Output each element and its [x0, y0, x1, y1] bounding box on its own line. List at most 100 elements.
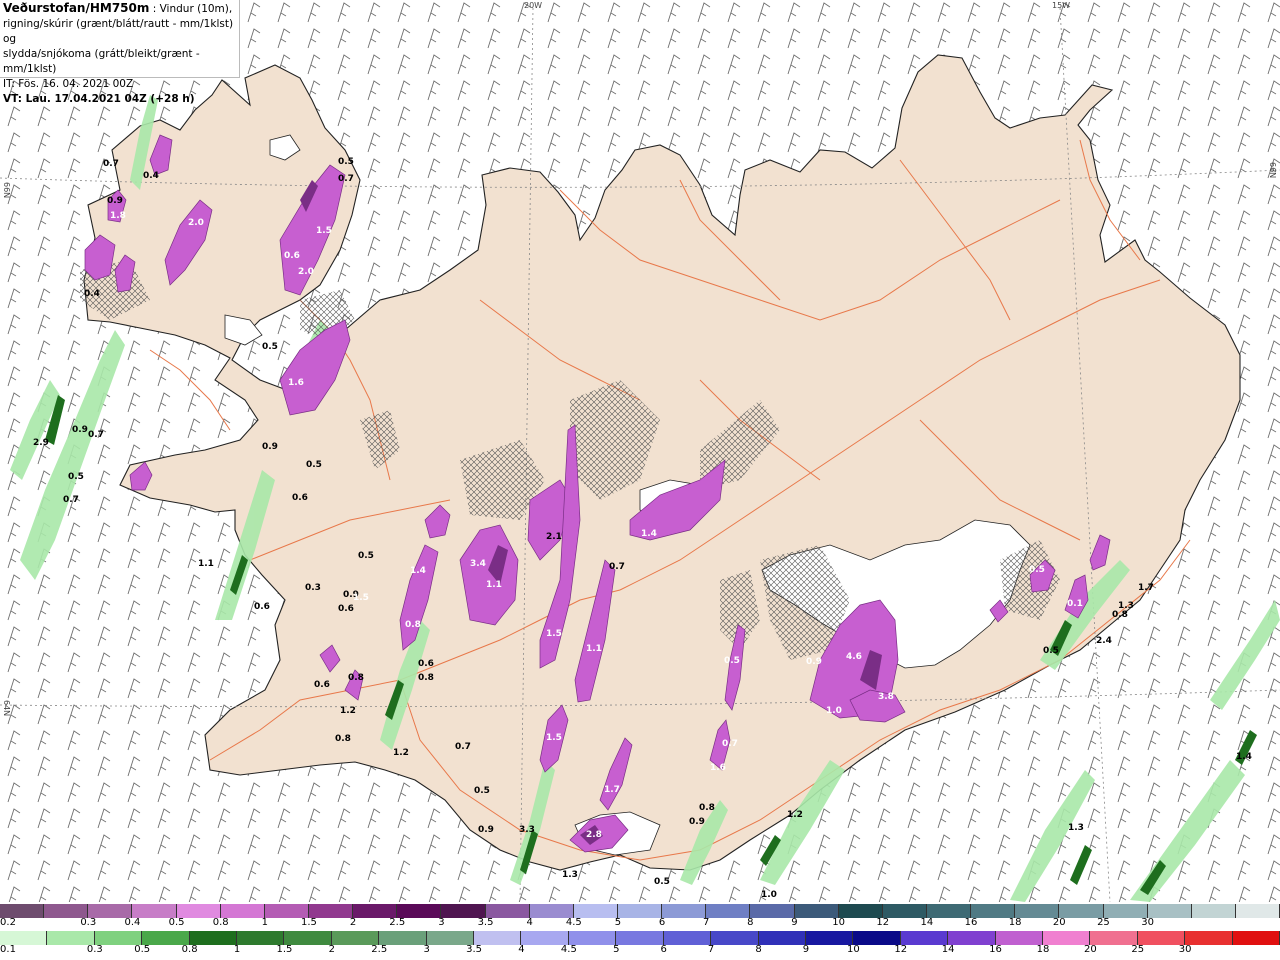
legend-swatch	[94, 931, 143, 945]
legend-label: 30	[1178, 944, 1192, 955]
legend-swatch	[220, 904, 265, 918]
value-label: 2.0	[188, 218, 204, 228]
legend-label: 0.8	[212, 917, 229, 928]
value-label: 0.7	[722, 739, 738, 749]
title-line-2: rigning/skúrir (grænt/blátt/rautt - mm/1…	[3, 18, 234, 45]
value-label: 0.5	[654, 877, 670, 887]
value-label: 1.4	[410, 566, 426, 576]
value-label: 1.6	[710, 763, 726, 773]
legend-swatch	[926, 904, 972, 918]
value-label: 1.4	[1236, 752, 1252, 762]
value-label: 0.6	[338, 604, 354, 614]
legend-label: 7	[703, 917, 710, 928]
value-label: 0.7	[609, 562, 625, 572]
legend-label: 10	[832, 917, 845, 928]
legend-swatch	[1235, 904, 1280, 918]
legend-swatch	[331, 931, 380, 945]
forecast-map: 20W 15W 66N 66N 64N 0.7 0.4 0.9 1.8 2.0 …	[0, 0, 1280, 902]
legend-label: 9	[802, 944, 810, 955]
value-label: 1.5	[546, 733, 562, 743]
legend-swatch	[805, 931, 854, 945]
legend-swatch	[900, 931, 949, 945]
value-label: 2.8	[586, 830, 602, 840]
legend-label: 1	[233, 944, 241, 955]
legend-swatch	[706, 904, 751, 918]
value-label: 0.9	[107, 196, 123, 206]
legend-label: 8	[747, 917, 754, 928]
legend-label: 18	[1036, 944, 1050, 955]
legend-swatch	[176, 904, 221, 918]
value-label: 0.8	[1112, 610, 1128, 620]
value-label: 1.7	[1138, 583, 1154, 593]
legend-swatch	[1232, 931, 1280, 945]
legend-swatch	[1137, 931, 1186, 945]
legend-label: 7	[707, 944, 715, 955]
value-label: 0.8	[405, 620, 421, 630]
legend-swatch	[1090, 931, 1138, 945]
value-label: 1.2	[340, 706, 356, 716]
legend-label: 16	[964, 917, 978, 928]
value-label: 0.9	[689, 817, 705, 827]
legend-label: 0.4	[124, 917, 141, 928]
legend-swatch	[1015, 904, 1060, 918]
value-label: 0.6	[418, 659, 434, 669]
legend-label: 4.5	[565, 917, 582, 928]
value-label: 0.5	[1029, 565, 1045, 575]
snow-legend-labels: 0.2 0.3 0.4 0.5 0.8 1 1.5 2 2.5 3 3.5 4 4.5 5 6 7 8 9 10 12…	[0, 917, 1280, 930]
legend-swatch	[616, 931, 664, 945]
value-label: 0.3	[305, 583, 321, 593]
title-wind: : Vindur (10m),	[149, 3, 233, 15]
legend-label: 20	[1052, 917, 1066, 928]
legend-swatch	[353, 904, 398, 918]
legend-label: 1	[261, 917, 268, 928]
value-label: 1.2	[393, 748, 409, 758]
legend-label: 0.3	[80, 917, 97, 928]
value-label: 0.8	[335, 734, 351, 744]
legend-label: 4.5	[560, 944, 577, 955]
rain-legend-labels: 0.1 0.3 0.5 0.8 1 1.5 2 2.5 3 3.5 4 4.5 5 6 7 8 9 10 12 14 1…	[0, 944, 1280, 957]
legend-label: 10	[846, 944, 860, 955]
legend-swatch	[750, 904, 795, 918]
value-label: 1.3	[1068, 823, 1084, 833]
value-label: 0.1	[1067, 599, 1083, 609]
legend-swatch	[142, 931, 190, 945]
value-label: 4.6	[846, 652, 862, 662]
legend-swatch	[441, 904, 486, 918]
value-label: 2.9	[33, 438, 49, 448]
legend-swatch	[237, 931, 285, 945]
value-label: 1.8	[110, 211, 126, 221]
legend-swatch	[47, 931, 95, 945]
legend-swatch	[711, 931, 759, 945]
legend-label: 12	[894, 944, 908, 955]
legend-label: 4	[526, 917, 533, 928]
legend-swatch	[132, 904, 177, 918]
legend-swatch	[189, 931, 238, 945]
title-line-1: Veðurstofan/HM750m : Vindur (10m),	[3, 1, 236, 17]
value-label: 0.7	[455, 742, 471, 752]
value-label: 1.7	[604, 785, 620, 795]
legend-swatch	[573, 904, 618, 918]
legend-swatch	[995, 931, 1043, 945]
legend-label: 2	[328, 944, 336, 955]
value-label: 1.6	[288, 378, 304, 388]
legend-swatch	[1191, 904, 1236, 918]
title-source: Veðurstofan/HM750m	[3, 1, 150, 15]
lat-label-66n-left: 66N	[2, 182, 11, 198]
legend-swatch	[308, 904, 354, 918]
legend-swatch	[948, 931, 996, 945]
snow-legend: 0.2 0.3 0.4 0.5 0.8 1 1.5 2 2.5 3 3.5 4 4.5 5 6 7 8 9 10 12…	[0, 904, 1280, 930]
legend-label: 6	[658, 917, 666, 928]
legend-label: 16	[989, 944, 1002, 955]
value-label: 2.4	[1096, 636, 1112, 646]
lat-label-66n-right: 66N	[1268, 162, 1277, 178]
value-label: 1.3	[1118, 601, 1134, 611]
legend-label: 0.1	[0, 944, 16, 955]
legend-swatch	[529, 904, 574, 918]
legend-label: 2.5	[371, 944, 388, 955]
legend-swatch	[663, 931, 712, 945]
value-label: 0.9	[806, 657, 822, 667]
value-label: 1.2	[787, 810, 803, 820]
legend-swatch	[838, 904, 883, 918]
legend-swatch	[0, 931, 48, 945]
legend-label: 9	[791, 917, 798, 928]
